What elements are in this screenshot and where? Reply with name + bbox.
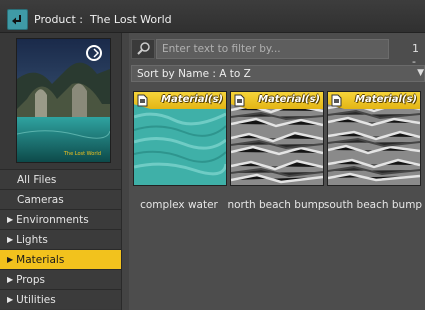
document-icon — [331, 94, 342, 107]
document-icon — [234, 94, 245, 107]
expand-arrow-icon[interactable]: ▶ — [7, 295, 13, 304]
filter-button[interactable] — [131, 39, 155, 59]
material-name[interactable]: north beach bump — [226, 199, 326, 211]
nav-item-utilities[interactable]: ▶ Utilities — [0, 289, 121, 309]
expand-arrow-icon[interactable]: ▶ — [7, 235, 13, 244]
material-card[interactable]: Material(s) — [230, 91, 324, 186]
material-tag-label: Material(s) — [355, 94, 417, 105]
nav-item-label: All Files — [17, 173, 57, 186]
chevron-down-icon: ▼ — [417, 68, 424, 78]
back-arrow-icon — [12, 15, 21, 25]
nav-item-lights[interactable]: ▶ Lights — [0, 229, 121, 249]
panel-divider[interactable] — [121, 33, 129, 310]
expand-arrow-icon[interactable]: ▶ — [7, 255, 13, 264]
expand-arrow-icon[interactable]: ▶ — [7, 215, 13, 224]
material-card[interactable]: Material(s) — [133, 91, 227, 186]
nav-item-cameras[interactable]: Cameras — [0, 189, 121, 209]
document-icon — [137, 94, 148, 107]
filter-row: 1 - — [131, 39, 425, 68]
back-button[interactable] — [7, 9, 28, 30]
material-tag-label: Material(s) — [161, 94, 223, 105]
search-icon — [137, 42, 150, 55]
material-card[interactable]: Material(s) — [327, 91, 421, 186]
sort-value: Sort by Name : A to Z — [137, 67, 251, 80]
nav-item-label: Materials — [16, 253, 65, 266]
filter-input[interactable] — [156, 39, 389, 59]
nav-item-props[interactable]: ▶ Props — [0, 269, 121, 289]
nav-item-materials[interactable]: ▶ Materials — [0, 249, 121, 269]
material-name[interactable]: complex water — [129, 199, 229, 211]
preview-label: The Lost World — [63, 151, 101, 157]
material-name[interactable]: south beach bump — [323, 199, 423, 211]
nav-item-environments[interactable]: ▶ Environments — [0, 209, 121, 229]
product-thumbnail[interactable]: The Lost World — [16, 38, 111, 163]
material-tag-label: Material(s) — [258, 94, 320, 105]
nav-item-label: Environments — [16, 213, 89, 226]
product-title: Product : The Lost World — [34, 13, 172, 26]
sort-dropdown[interactable]: Sort by Name : A to Z ▼ — [131, 65, 425, 82]
nav-item-label: Utilities — [16, 293, 56, 306]
nav-item-label: Cameras — [17, 193, 64, 206]
left-panel: The Lost World All Files Cameras ▶ Environm… — [0, 33, 121, 310]
nav-item-all-files[interactable]: All Files — [0, 169, 121, 189]
nav-item-label: Props — [16, 273, 45, 286]
category-nav: All Files Cameras ▶ Environments ▶ Lights ▶ Mat… — [0, 169, 121, 309]
expand-arrow-icon[interactable]: ▶ — [7, 275, 13, 284]
nav-item-label: Lights — [16, 233, 48, 246]
header-bar: Product : The Lost World — [0, 0, 425, 33]
